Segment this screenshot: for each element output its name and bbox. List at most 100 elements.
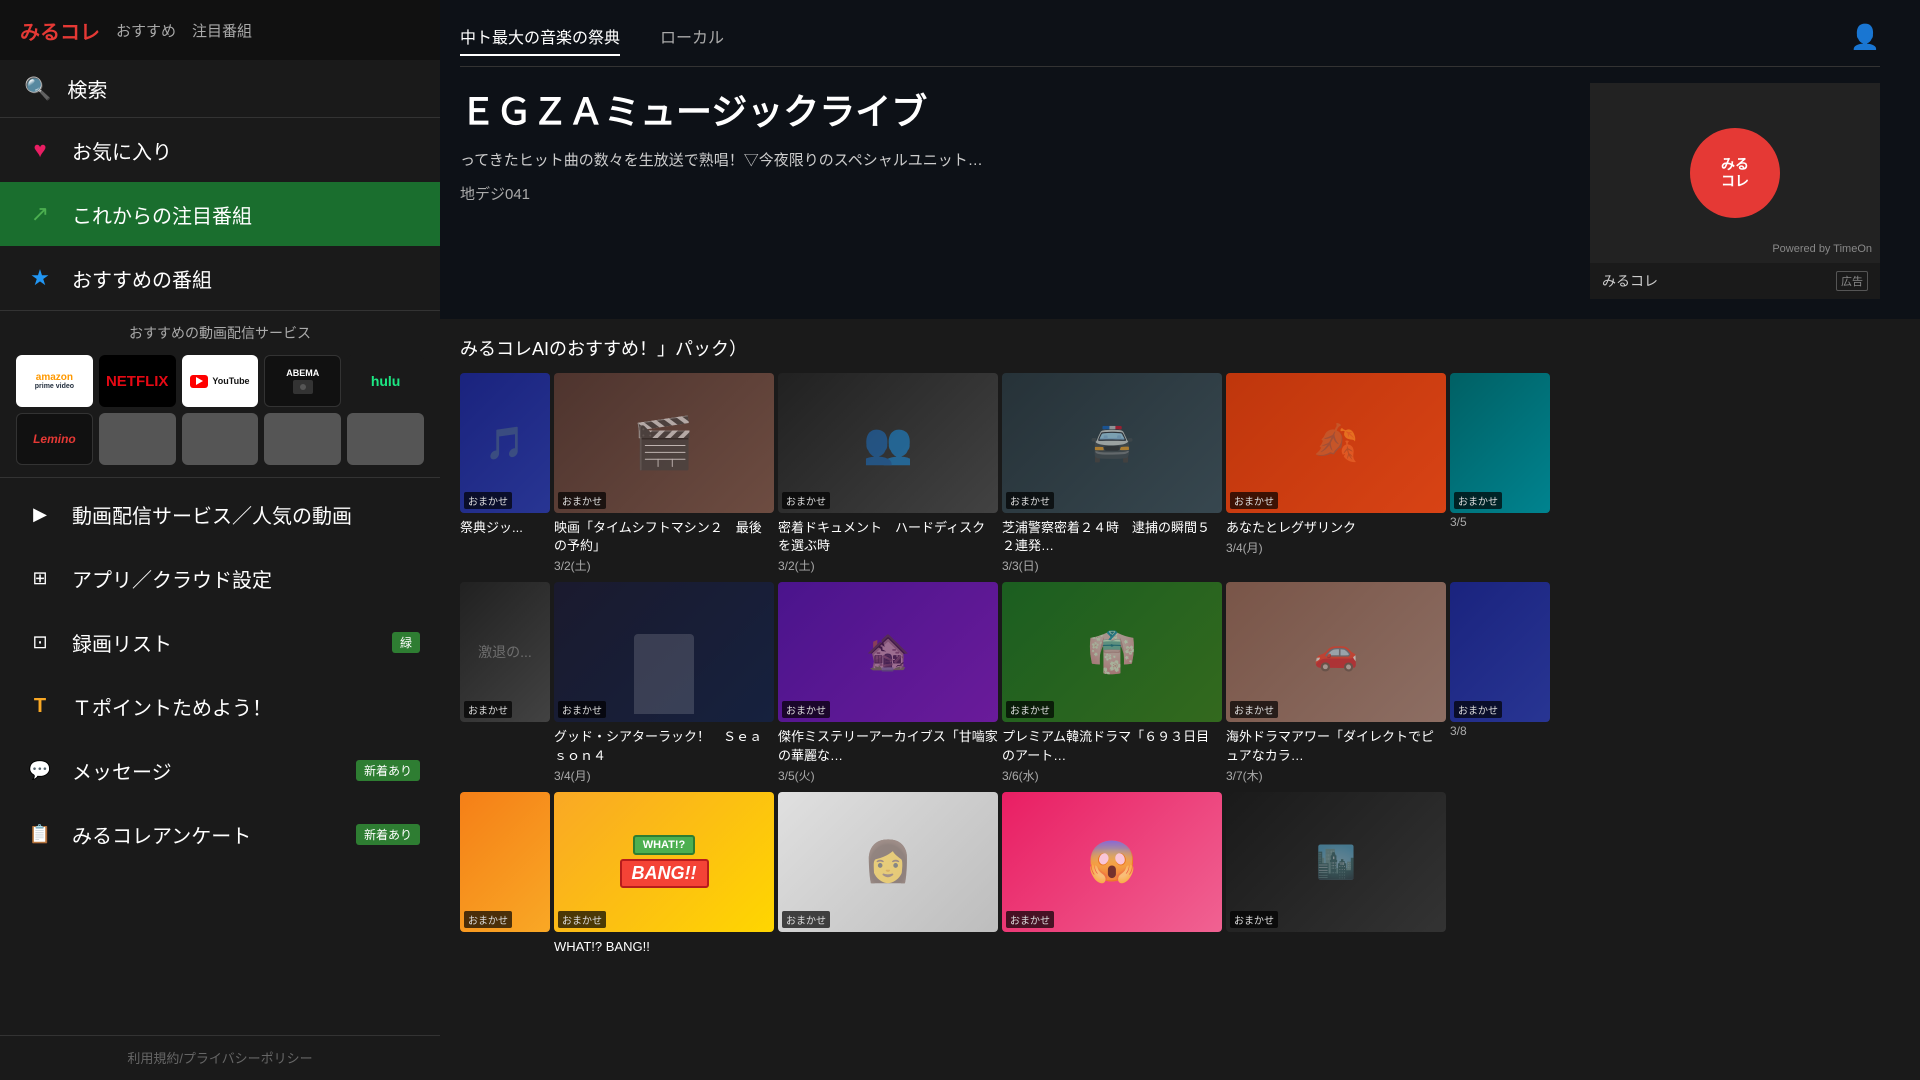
program-title-p4: あなたとレグザリンク [1226, 519, 1446, 537]
omakase-badge-s3: おまかせ [1006, 911, 1054, 928]
program-title-r1: グッド・シアターラック！ Ｓｅａｓｏｎ４ [554, 728, 774, 764]
hero-tab-local[interactable]: ローカル [660, 18, 724, 56]
messages-icon: 💬 [24, 754, 56, 786]
streaming-empty-2[interactable] [182, 413, 259, 465]
streaming-empty-3[interactable] [264, 413, 341, 465]
streaming-hulu[interactable]: hulu [347, 355, 424, 407]
omakase-badge-p1: おまかせ [558, 492, 606, 509]
messages-label: メッセージ [72, 756, 172, 785]
streaming-prime[interactable]: amazon prime video [16, 355, 93, 407]
hero-title: ＥＧＺＡミュージックライブ [460, 83, 1570, 135]
sidebar-item-messages[interactable]: 💬 メッセージ 新着あり [0, 738, 440, 802]
program-card-s3[interactable]: 😱 おまかせ [1002, 792, 1222, 956]
sidebar-item-tpoint[interactable]: T Ｔポイントためよう！ [0, 674, 440, 738]
sidebar-item-vod[interactable]: ▶ 動画配信サービス／人気の動画 [0, 482, 440, 546]
user-icon[interactable]: 👤 [1850, 23, 1880, 52]
program-thumb-r2: 🏚️ おまかせ [778, 582, 998, 722]
survey-icon: 📋 [24, 818, 56, 850]
sidebar-header-tab-recommended[interactable]: おすすめ [116, 20, 176, 41]
program-card-p2[interactable]: 👥 おまかせ 密着ドキュメント ハードディスクを選ぶ時 3/2(土) [778, 373, 998, 574]
program-card-r4[interactable]: 🚗 おまかせ 海外ドラマアワー「ダイレクトでピュアなカラ… 3/7(木) [1226, 582, 1446, 783]
streaming-abema[interactable]: ABEMA [264, 355, 341, 407]
hero-tab-music[interactable]: 中ト最大の音楽の祭典 [460, 18, 620, 56]
program-card-p1[interactable]: 🎬 おまかせ 映画「タイムシフトマシン２ 最後の予約」 3/2(土) [554, 373, 774, 574]
program-thumb-r3: 👘 おまかせ [1002, 582, 1222, 722]
program-thumb-r1: おまかせ [554, 582, 774, 722]
omakase-badge-r3: おまかせ [1006, 701, 1054, 718]
program-card-s4[interactable]: 🏙️ おまかせ [1226, 792, 1446, 956]
section-title-recommended: みるコレAIのおすすめ！」パック） [440, 319, 1920, 373]
program-card-r2[interactable]: 🏚️ おまかせ 傑作ミステリーアーカイブス「甘嚙家の華麗な… 3/5(火) [778, 582, 998, 783]
program-title-r4: 海外ドラマアワー「ダイレクトでピュアなカラ… [1226, 728, 1446, 764]
program-thumb-s4: 🏙️ おまかせ [1226, 792, 1446, 932]
streaming-empty-4[interactable] [347, 413, 424, 465]
program-thumb-s3: 😱 おまかせ [1002, 792, 1222, 932]
sidebar-item-recommended[interactable]: ★ おすすめの番組 [0, 246, 440, 310]
search-label: 検索 [67, 74, 107, 103]
mirukore-powered: Powered by TimeOn [1772, 243, 1872, 255]
omakase-badge-r0: おまかせ [464, 701, 512, 718]
program-card-r5[interactable]: おまかせ 3/8 [1450, 582, 1550, 783]
mirukore-panel: みるコレ Powered by TimeOn みるコレ 広告 [1590, 83, 1880, 299]
omakase-badge-r5: おまかせ [1454, 701, 1502, 718]
recommended-label: おすすめの番組 [72, 264, 212, 293]
section-title-text: みるコレAIのおすすめ！」パック） [460, 335, 747, 361]
program-thumb-p5: おまかせ [1450, 373, 1550, 513]
program-card-r0[interactable]: 激退の... おまかせ [460, 582, 550, 783]
hulu-logo: hulu [371, 373, 401, 389]
streaming-netflix[interactable]: NETFLIX [99, 355, 176, 407]
omakase-badge-p3: おまかせ [1006, 492, 1054, 509]
mirukore-logo: みるコレ [1690, 128, 1780, 218]
streaming-empty-1[interactable] [99, 413, 176, 465]
hero-description: ってきたヒット曲の数々を生放送で熟唱！▽今夜限りのスペシャルユニット… [460, 149, 1160, 173]
streaming-youtube[interactable]: YouTube [182, 355, 259, 407]
sidebar-item-survey[interactable]: 📋 みるコレアンケート 新着あり [0, 802, 440, 866]
omakase-badge-r4: おまかせ [1230, 701, 1278, 718]
heart-icon: ♥ [24, 134, 56, 166]
sidebar-item-upcoming[interactable]: ↗ これからの注目番組 [0, 182, 440, 246]
survey-label: みるコレアンケート [72, 820, 251, 849]
program-title-p0: 祭典ジッ... [460, 519, 550, 537]
sidebar-item-apps[interactable]: ⊞ アプリ／クラウド設定 [0, 546, 440, 610]
sidebar-item-favorites[interactable]: ♥ お気に入り [0, 118, 440, 182]
apps-label: アプリ／クラウド設定 [72, 564, 272, 593]
program-card-p4[interactable]: 🍂 おまかせ あなたとレグザリンク 3/4(月) [1226, 373, 1446, 574]
messages-badge: 新着あり [356, 760, 420, 781]
program-title-p1: 映画「タイムシフトマシン２ 最後の予約」 [554, 519, 774, 555]
recordings-badge: 緑 [392, 632, 420, 653]
program-date-r3: 3/6(水) [1002, 767, 1222, 784]
omakase-badge-r1: おまかせ [558, 701, 606, 718]
program-title-s1: WHAT!? BANG!! [554, 938, 774, 956]
favorites-label: お気に入り [72, 136, 172, 165]
program-row-3: おまかせ WHAT!? BANG!! おまかせ WHAT!? BANG!! 👩 [440, 792, 1920, 956]
program-thumb-p1: 🎬 おまかせ [554, 373, 774, 513]
footer-link[interactable]: 利用規約/プライバシーポリシー [127, 1051, 312, 1066]
omakase-badge-p2: おまかせ [782, 492, 830, 509]
program-card-p5[interactable]: おまかせ 3/5 [1450, 373, 1550, 574]
program-card-s1[interactable]: WHAT!? BANG!! おまかせ WHAT!? BANG!! [554, 792, 774, 956]
program-title-r2: 傑作ミステリーアーカイブス「甘嚙家の華麗な… [778, 728, 998, 764]
program-card-p3[interactable]: 🚔 おまかせ 芝浦警察密着２４時 逮捕の瞬間５２連発… 3/3(日) [1002, 373, 1222, 574]
streaming-lemino[interactable]: Lemino [16, 413, 93, 465]
program-card-r1[interactable]: おまかせ グッド・シアターラック！ Ｓｅａｓｏｎ４ 3/4(月) [554, 582, 774, 783]
program-card-r3[interactable]: 👘 おまかせ プレミアム韓流ドラマ「６９３日目のアート… 3/6(水) [1002, 582, 1222, 783]
program-card-p0[interactable]: 🎵 おまかせ 祭典ジッ... [460, 373, 550, 574]
sidebar-header-tab-featured[interactable]: 注目番組 [192, 20, 252, 41]
lemino-logo: Lemino [33, 432, 76, 446]
hero-top-bar: 中ト最大の音楽の祭典 ローカル 👤 [460, 8, 1880, 67]
mirukore-footer: みるコレ 広告 [1590, 263, 1880, 299]
program-thumb-s2: 👩 おまかせ [778, 792, 998, 932]
program-title-r3: プレミアム韓流ドラマ「６９３日目のアート… [1002, 728, 1222, 764]
mirukore-thumbnail: みるコレ Powered by TimeOn [1590, 83, 1880, 263]
program-thumb-p2: 👥 おまかせ [778, 373, 998, 513]
omakase-badge-s0: おまかせ [464, 911, 512, 928]
hero-tabs: 中ト最大の音楽の祭典 ローカル [460, 18, 724, 56]
sidebar-item-recordings[interactable]: ⊡ 録画リスト 緑 [0, 610, 440, 674]
program-grid-row1: 🎵 おまかせ 祭典ジッ... 🎬 おまかせ 映画「タイムシフトマシン２ 最後の予… [440, 373, 1920, 574]
sidebar-search[interactable]: 🔍 検索 [0, 60, 440, 118]
hero-channel: 地デジ041 [460, 183, 1570, 204]
program-card-s2[interactable]: 👩 おまかせ [778, 792, 998, 956]
program-date-p5: 3/5 [1450, 515, 1550, 529]
program-card-s0[interactable]: おまかせ [460, 792, 550, 956]
sidebar: みるコレ おすすめ 注目番組 🔍 検索 ♥ お気に入り ↗ これからの注目番組 … [0, 0, 440, 1080]
